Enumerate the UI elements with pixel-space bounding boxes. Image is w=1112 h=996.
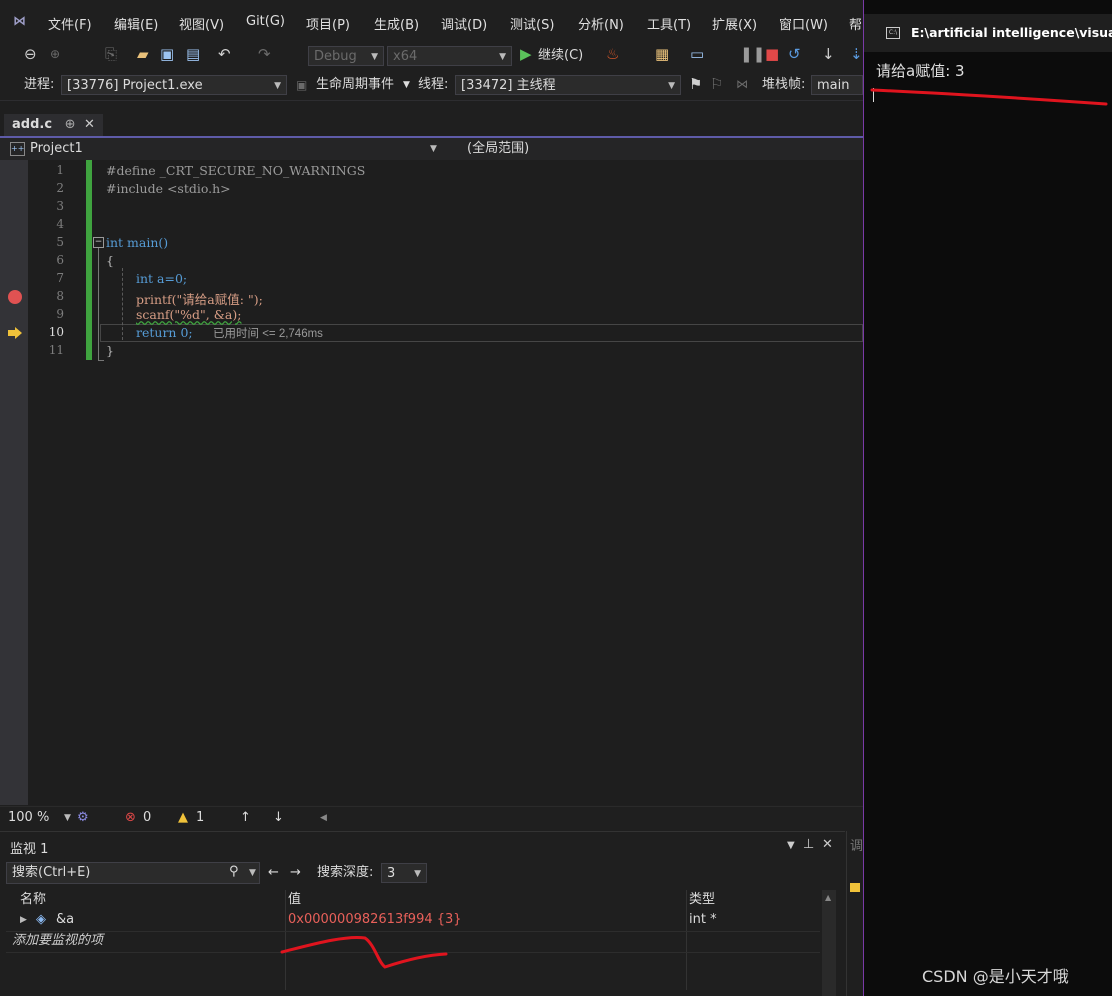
- annotation-stroke: [870, 88, 1108, 106]
- annotation-stroke: [280, 935, 448, 969]
- annotation-overlay: [280, 88, 1108, 969]
- watermark: CSDN @是小天才哦: [922, 967, 1069, 986]
